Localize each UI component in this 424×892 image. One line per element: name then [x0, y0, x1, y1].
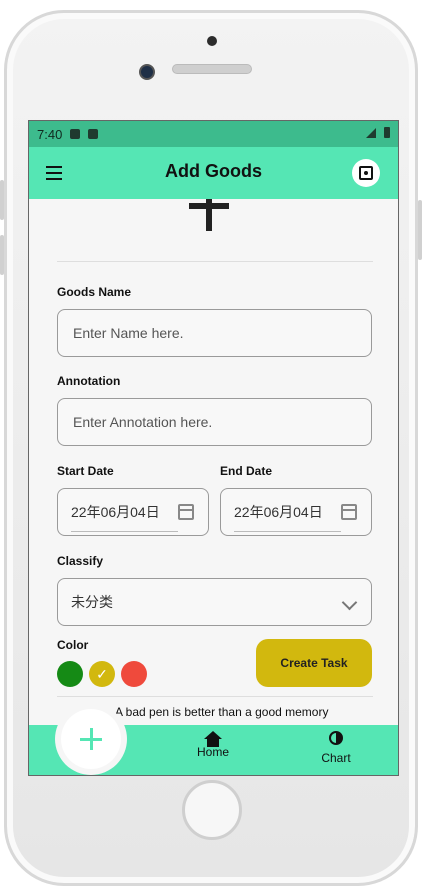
sim-card-icon: [88, 129, 99, 139]
speaker-grille: [172, 64, 252, 74]
color-option-yellow[interactable]: ✓: [89, 661, 115, 687]
camera-lens: [139, 64, 155, 80]
app-screen: 7:40 Add Goods Goods Name Annotation Sta…: [28, 120, 399, 776]
end-date-label: End Date: [220, 464, 273, 478]
divider: [57, 696, 373, 697]
create-task-button[interactable]: Create Task: [256, 639, 372, 687]
divider: [57, 261, 373, 262]
status-bar: 7:40: [29, 121, 398, 147]
front-camera: [207, 36, 217, 46]
form-content: Goods Name Annotation Start Date 22年06月0…: [29, 199, 398, 719]
classify-select[interactable]: 未分类: [57, 578, 372, 626]
scan-button[interactable]: [352, 159, 380, 187]
annotation-label: Annotation: [57, 374, 121, 388]
scan-icon: [359, 166, 373, 180]
color-option-green[interactable]: [57, 661, 83, 687]
start-date-label: Start Date: [57, 464, 114, 478]
nav-home-label: Home: [196, 745, 229, 759]
side-button: [418, 200, 422, 260]
goods-name-label: Goods Name: [57, 285, 132, 299]
start-date-value: 22年06月04日: [71, 504, 160, 520]
nav-item-chart[interactable]: Chart: [306, 731, 366, 765]
side-button: [0, 235, 4, 275]
phone-home-button[interactable]: [182, 780, 242, 840]
status-time: 7:40: [37, 126, 63, 142]
start-date-field[interactable]: 22年06月04日: [57, 488, 209, 536]
battery-icon: [384, 127, 390, 138]
chart-icon: [329, 731, 343, 745]
page-title: Add Goods: [165, 161, 262, 181]
end-date-field[interactable]: 22年06月04日: [220, 488, 372, 536]
goods-name-field[interactable]: [57, 309, 372, 357]
chevron-down-icon: [341, 594, 358, 611]
add-image-plus-icon[interactable]: [189, 199, 229, 231]
goods-name-input[interactable]: [71, 324, 345, 342]
end-date-value: 22年06月04日: [234, 504, 323, 520]
add-fab-button[interactable]: [61, 709, 121, 769]
side-button: [0, 180, 4, 220]
annotation-field[interactable]: [57, 398, 372, 446]
calendar-icon[interactable]: [178, 504, 194, 520]
calendar-icon[interactable]: [341, 504, 357, 520]
color-label: Color: [57, 638, 89, 652]
color-option-red[interactable]: [121, 661, 147, 687]
signal-icon: [366, 128, 376, 138]
home-icon: [204, 731, 222, 747]
nav-chart-label: Chart: [321, 751, 351, 765]
nav-item-home[interactable]: Home: [183, 731, 243, 759]
plus-icon: [80, 728, 102, 750]
app-bar: Add Goods: [29, 147, 398, 199]
classify-value: 未分类: [71, 594, 113, 610]
annotation-input[interactable]: [71, 413, 345, 431]
motto-text: A bad pen is better than a good memory: [115, 705, 329, 719]
settings-icon: [70, 129, 81, 139]
classify-label: Classify: [57, 554, 104, 568]
check-icon: ✓: [96, 665, 108, 682]
